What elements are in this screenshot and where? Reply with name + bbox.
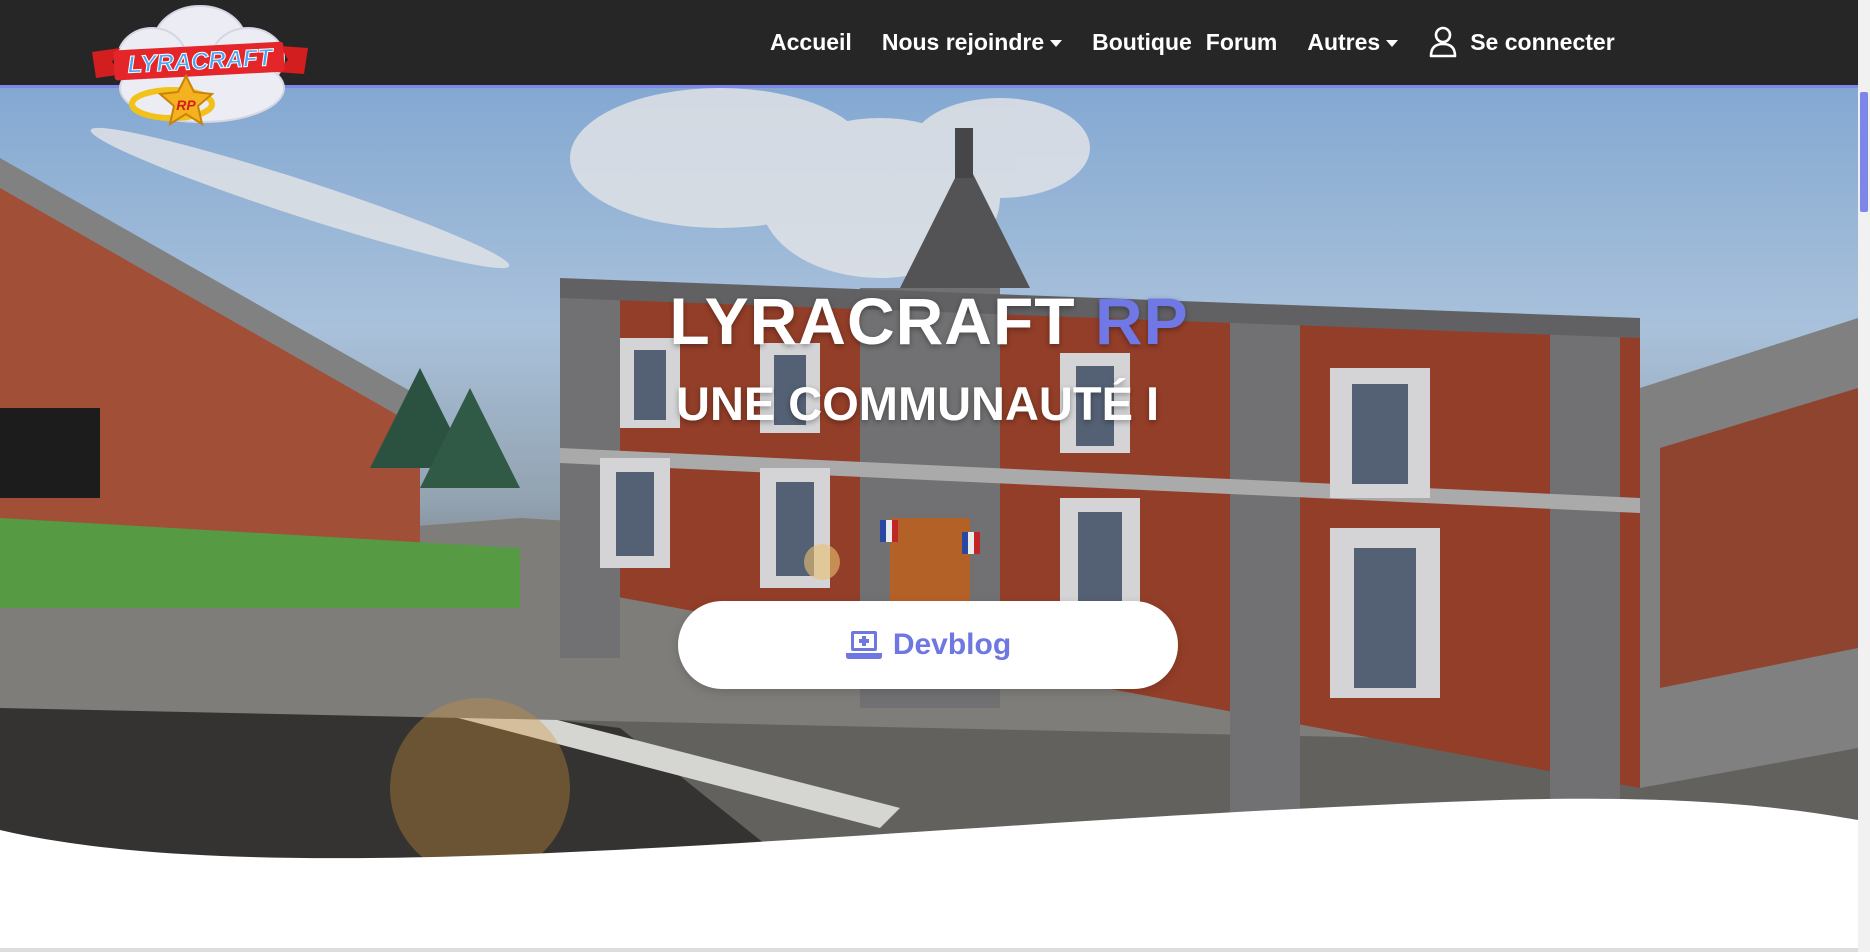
- scrollbar-thumb[interactable]: [1860, 92, 1868, 212]
- hero-banner: LYRACRAFT RP UNE COMMUNAUTÉ I Devblog: [0, 88, 1858, 888]
- hero-title: LYRACRAFT RP: [0, 283, 1858, 359]
- login-label: Se connecter: [1470, 28, 1615, 55]
- laptop-plus-icon: [845, 631, 882, 659]
- nav-item-forum[interactable]: Forum: [1206, 29, 1278, 56]
- hero-title-main: LYRACRAFT: [669, 284, 1076, 358]
- page-divider: [0, 948, 1858, 952]
- user-icon: [1429, 26, 1457, 58]
- nav-item-nous-rejoindre[interactable]: Nous rejoindre: [881, 28, 1063, 56]
- logo-badge: RP: [176, 97, 196, 113]
- nav-item-autres[interactable]: Autres: [1307, 28, 1399, 56]
- nav-item-accueil[interactable]: Accueil: [770, 29, 852, 56]
- hero-title-accent: RP: [1094, 284, 1189, 358]
- main-nav: Accueil Nous rejoindre Boutique Forum Au…: [770, 0, 1615, 84]
- site-logo[interactable]: LYRACRAFT RP: [90, 2, 310, 134]
- nav-item-label: Autres: [1307, 28, 1381, 55]
- login-link[interactable]: Se connecter: [1428, 26, 1615, 58]
- logo-graphic: LYRACRAFT RP: [92, 5, 308, 127]
- hero-overlay: [0, 88, 1858, 888]
- devblog-button[interactable]: Devblog: [678, 601, 1178, 689]
- nav-item-boutique[interactable]: Boutique: [1092, 29, 1192, 56]
- hero-subtitle: UNE COMMUNAUTÉ I: [676, 377, 1160, 430]
- caret-down-icon: [1050, 39, 1063, 47]
- devblog-label: Devblog: [892, 628, 1012, 661]
- caret-down-icon: [1386, 39, 1399, 47]
- hero-wave-divider: [0, 798, 1858, 900]
- nav-item-label: Nous rejoindre: [881, 28, 1045, 55]
- scrollbar[interactable]: [1858, 0, 1870, 952]
